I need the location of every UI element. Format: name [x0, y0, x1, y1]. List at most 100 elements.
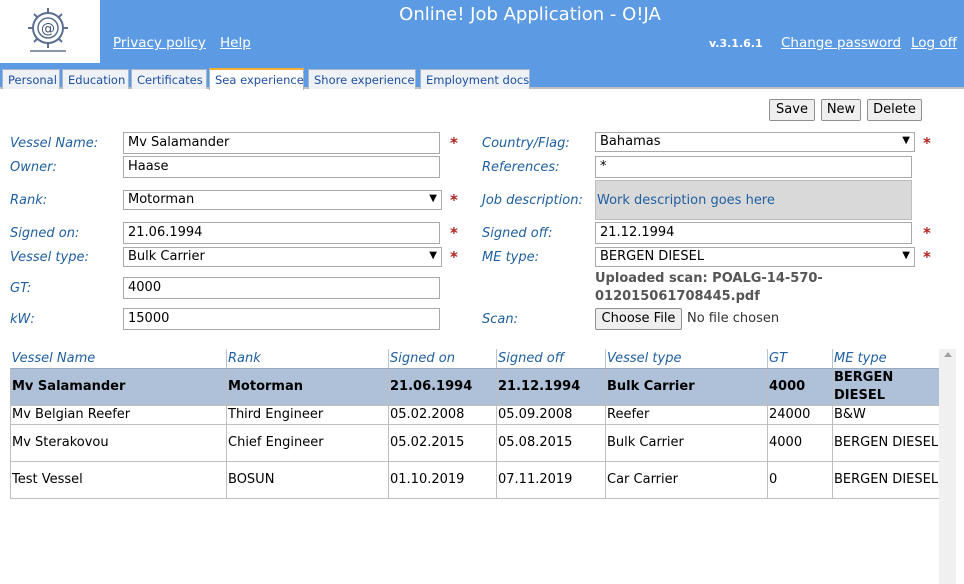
- cell-signed-on: 05.02.2008: [388, 404, 497, 425]
- cell-vessel-type: Bulk Carrier: [605, 367, 768, 406]
- sea-experience-grid: Vessel Name Rank Signed on Signed off Ve…: [10, 349, 941, 584]
- required-marker: *: [450, 134, 458, 152]
- job-description-textarea[interactable]: Work description goes here: [595, 180, 912, 220]
- signed-on-input[interactable]: 21.06.1994: [123, 222, 440, 244]
- chevron-down-icon: ▼: [902, 135, 910, 146]
- version-label: v.3.1.6.1: [709, 37, 763, 50]
- app-title: Online! Job Application - O!JA: [399, 4, 661, 25]
- cell-signed-off: 05.09.2008: [496, 404, 606, 425]
- scroll-up-arrow-icon[interactable]: [944, 352, 952, 357]
- country-flag-select-value: Bahamas: [600, 134, 661, 149]
- rank-select-value: Motorman: [128, 192, 195, 207]
- vessel-type-select-value: Bulk Carrier: [128, 249, 205, 264]
- owner-label: Owner:: [10, 160, 57, 175]
- signed-on-label: Signed on:: [10, 226, 80, 241]
- me-type-label: ME type:: [482, 250, 539, 265]
- gt-input[interactable]: 4000: [123, 277, 440, 299]
- tab-education[interactable]: Education: [62, 69, 129, 89]
- column-header-vessel-type[interactable]: Vessel type: [605, 349, 768, 369]
- cell-rank: Chief Engineer: [226, 423, 389, 462]
- cell-gt: 4000: [767, 367, 833, 406]
- vessel-type-label: Vessel type:: [10, 250, 89, 265]
- table-row[interactable]: Mv Salamander Motorman 21.06.1994 21.12.…: [10, 367, 941, 406]
- save-button[interactable]: Save: [769, 99, 815, 121]
- required-marker: *: [450, 224, 458, 242]
- cell-vessel-type: Bulk Carrier: [605, 423, 768, 462]
- cell-rank: Motorman: [226, 367, 389, 406]
- required-marker: *: [923, 224, 931, 242]
- cell-me-type: BERGEN DIESEL: [832, 460, 941, 499]
- log-off-link[interactable]: Log off: [911, 35, 957, 51]
- rank-label: Rank:: [10, 193, 48, 208]
- references-input[interactable]: *: [595, 156, 912, 178]
- cell-vessel-type: Car Carrier: [605, 460, 768, 499]
- signed-off-label: Signed off:: [482, 226, 553, 241]
- cell-me-type: BERGEN DIESEL: [832, 423, 941, 462]
- required-marker: *: [450, 191, 458, 209]
- cell-rank: BOSUN: [226, 460, 389, 499]
- logo: @: [0, 0, 100, 63]
- column-header-rank[interactable]: Rank: [226, 349, 389, 369]
- cell-gt: 0: [767, 460, 833, 499]
- file-status-text: No file chosen: [687, 311, 780, 326]
- kw-input[interactable]: 15000: [123, 308, 440, 330]
- uploaded-scan-text: Uploaded scan: POALG-14-570-012015061708…: [595, 271, 823, 304]
- app-header: @ Online! Job Application - O!JA Privacy…: [0, 0, 964, 63]
- table-row[interactable]: Mv Belgian Reefer Third Engineer 05.02.2…: [10, 404, 941, 425]
- vessel-type-select[interactable]: Bulk Carrier ▼: [123, 247, 442, 267]
- tab-bar: Personal Education Certificates Sea expe…: [0, 63, 964, 90]
- grid-header-row: Vessel Name Rank Signed on Signed off Ve…: [10, 349, 941, 369]
- required-marker: *: [923, 134, 931, 152]
- cell-vessel-type: Reefer: [605, 404, 768, 425]
- me-type-select[interactable]: BERGEN DIESEL ▼: [595, 247, 915, 267]
- vessel-name-label: Vessel Name:: [10, 136, 99, 151]
- column-header-me-type[interactable]: ME type: [832, 349, 941, 369]
- delete-button[interactable]: Delete: [867, 99, 922, 121]
- cell-me-type: B&W: [832, 404, 941, 425]
- column-header-vessel-name[interactable]: Vessel Name: [10, 349, 227, 369]
- tab-shore-experience[interactable]: Shore experience: [308, 69, 416, 89]
- chevron-down-icon: ▼: [429, 193, 437, 204]
- column-header-gt[interactable]: GT: [767, 349, 833, 369]
- rank-select[interactable]: Motorman ▼: [123, 190, 442, 210]
- cell-me-type: BERGEN DIESEL: [832, 367, 941, 406]
- cell-rank: Third Engineer: [226, 404, 389, 425]
- column-header-signed-on[interactable]: Signed on: [388, 349, 497, 369]
- gt-label: GT:: [10, 281, 32, 296]
- cell-vessel-name: Mv Sterakovou: [10, 423, 227, 462]
- cell-signed-on: 01.10.2019: [388, 460, 497, 499]
- tab-sea-experience[interactable]: Sea experience: [209, 68, 304, 90]
- table-row[interactable]: Test Vessel BOSUN 01.10.2019 07.11.2019 …: [10, 460, 941, 499]
- column-header-signed-off[interactable]: Signed off: [496, 349, 606, 369]
- cell-vessel-name: Mv Belgian Reefer: [10, 404, 227, 425]
- required-marker: *: [923, 248, 931, 266]
- vessel-name-input[interactable]: Mv Salamander: [123, 132, 440, 154]
- cell-signed-off: 07.11.2019: [496, 460, 606, 499]
- country-flag-label: Country/Flag:: [482, 136, 570, 151]
- job-description-label: Job description:: [482, 193, 583, 208]
- cell-vessel-name: Mv Salamander: [10, 367, 227, 406]
- choose-file-button[interactable]: Choose File: [595, 308, 682, 330]
- cell-signed-on: 05.02.2015: [388, 423, 497, 462]
- cell-gt: 4000: [767, 423, 833, 462]
- signed-off-input[interactable]: 21.12.1994: [595, 222, 912, 244]
- cell-signed-off: 05.08.2015: [496, 423, 606, 462]
- ship-wheel-logo-icon: @: [28, 8, 68, 52]
- cell-vessel-name: Test Vessel: [10, 460, 227, 499]
- owner-input[interactable]: Haase: [123, 156, 440, 178]
- country-flag-select[interactable]: Bahamas ▼: [595, 132, 915, 152]
- privacy-policy-link[interactable]: Privacy policy: [113, 35, 206, 51]
- change-password-link[interactable]: Change password: [781, 35, 901, 51]
- cell-gt: 24000: [767, 404, 833, 425]
- chevron-down-icon: ▼: [429, 250, 437, 261]
- tab-certificates[interactable]: Certificates: [131, 69, 207, 89]
- vertical-scrollbar[interactable]: [939, 349, 956, 584]
- new-button[interactable]: New: [821, 99, 861, 121]
- help-link[interactable]: Help: [220, 35, 251, 51]
- table-row[interactable]: Mv Sterakovou Chief Engineer 05.02.2015 …: [10, 423, 941, 462]
- me-type-select-value: BERGEN DIESEL: [600, 249, 705, 264]
- tab-personal[interactable]: Personal: [2, 69, 60, 89]
- required-marker: *: [450, 248, 458, 266]
- tab-employment-docs[interactable]: Employment docs: [420, 69, 530, 89]
- scan-label: Scan:: [482, 312, 518, 327]
